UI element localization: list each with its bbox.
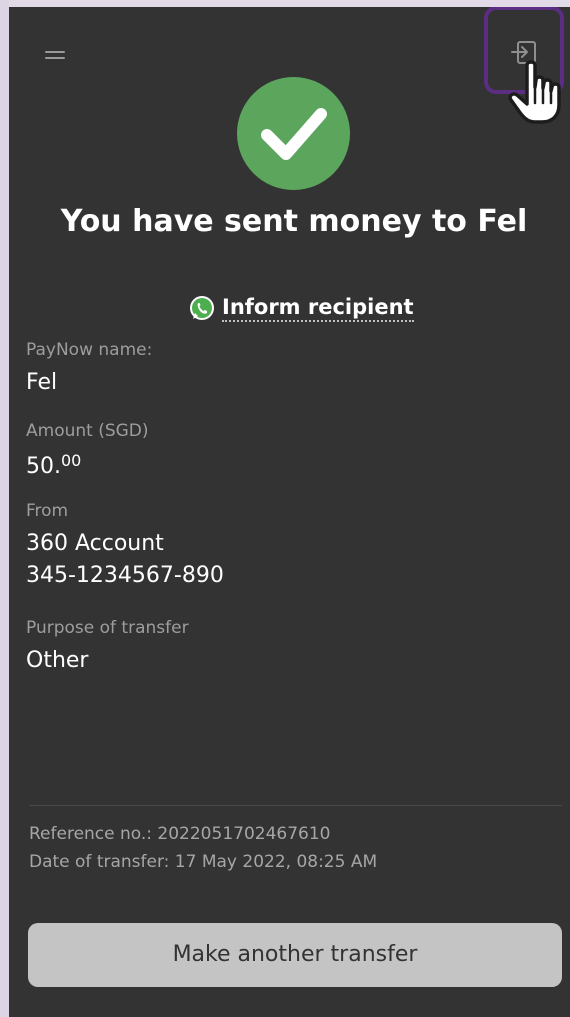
reference-number: Reference no.: 2022051702467610 (29, 824, 331, 844)
menu-bar (45, 57, 65, 59)
amount-whole: 50. (26, 454, 61, 479)
paynow-name-label: PayNow name: (26, 340, 153, 360)
window-top-edge (0, 0, 570, 7)
success-badge (237, 77, 350, 190)
purpose-label: Purpose of transfer (26, 618, 189, 638)
transfer-confirmation-screen: You have sent money to Fel Inform recipi… (9, 7, 570, 1017)
amount-value: 50.00 (26, 451, 81, 479)
checkmark-icon (261, 108, 327, 160)
from-account-number: 345-1234567-890 (26, 563, 224, 588)
from-label: From (26, 501, 69, 521)
paynow-name-value: Fel (26, 370, 58, 395)
inform-recipient-link[interactable]: Inform recipient (189, 293, 414, 323)
purpose-value: Other (26, 648, 89, 673)
amount-label: Amount (SGD) (26, 421, 149, 441)
inform-recipient-label: Inform recipient (222, 295, 414, 322)
whatsapp-icon (190, 296, 214, 320)
divider (29, 805, 562, 806)
make-another-transfer-button[interactable]: Make another transfer (28, 923, 562, 987)
confirmation-headline: You have sent money to Fel (60, 204, 528, 239)
transfer-date: Date of transfer: 17 May 2022, 08:25 AM (29, 852, 378, 872)
amount-cents: 00 (61, 451, 82, 470)
menu-icon[interactable] (41, 43, 71, 67)
hand-pointer-icon (508, 60, 561, 124)
window-left-edge (0, 0, 9, 1017)
from-account-name: 360 Account (26, 531, 164, 556)
menu-bar (45, 51, 65, 53)
